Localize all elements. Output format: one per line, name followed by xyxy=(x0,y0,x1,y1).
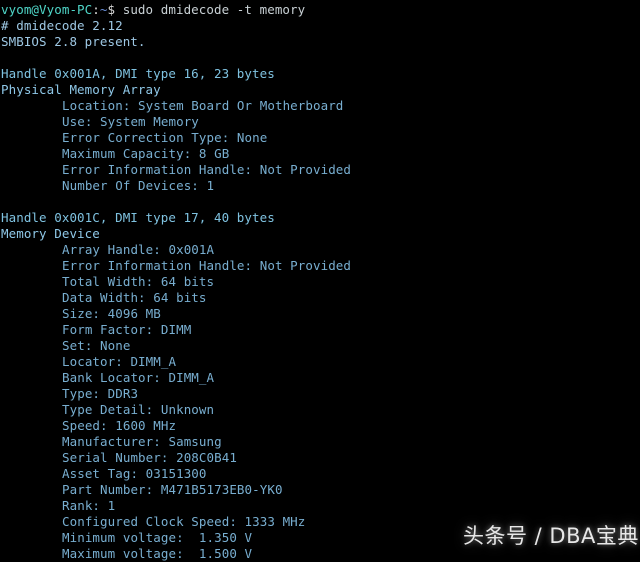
prompt-user-host: vyom@Vyom-PC xyxy=(1,2,93,17)
field-line: Asset Tag: 03151300 xyxy=(62,466,207,481)
field-line: Speed: 1600 MHz xyxy=(62,418,177,433)
field-line: Set: None xyxy=(62,338,131,353)
field-line: Use: System Memory xyxy=(62,114,199,129)
field-line: Type: DDR3 xyxy=(62,386,139,401)
field-line: Rank: 1 xyxy=(62,498,116,513)
field-line: Total Width: 64 bits xyxy=(62,274,215,289)
field-line: Manufacturer: Samsung xyxy=(62,434,222,449)
field-line: Data Width: 64 bits xyxy=(62,290,207,305)
field-line: Bank Locator: DIMM_A xyxy=(62,370,215,385)
field-line: Form Factor: DIMM xyxy=(62,322,192,337)
field-line: Array Handle: 0x001A xyxy=(62,242,215,257)
field-line: Size: 4096 MB xyxy=(62,306,161,321)
field-line: Configured Clock Speed: 1333 MHz xyxy=(62,514,306,529)
command-text: sudo dmidecode -t memory xyxy=(122,2,306,17)
field-line: Location: System Board Or Motherboard xyxy=(62,98,344,113)
section-handle-line: Handle 0x001A, DMI type 16, 23 bytes xyxy=(1,66,275,81)
terminal-window[interactable]: vyom@Vyom-PC:~$ sudo dmidecode -t memory… xyxy=(0,0,640,562)
field-line: Part Number: M471B5173EB0-YK0 xyxy=(62,482,283,497)
field-line: Locator: DIMM_A xyxy=(62,354,177,369)
field-line: Number Of Devices: 1 xyxy=(62,178,215,193)
field-line: Error Information Handle: Not Provided xyxy=(62,258,352,273)
section-type-name: Physical Memory Array xyxy=(1,82,161,97)
section-type-name: Memory Device xyxy=(1,226,100,241)
shell-prompt-line: vyom@Vyom-PC:~$ sudo dmidecode -t memory xyxy=(0,2,640,18)
field-line: Minimum voltage: 1.350 V xyxy=(62,530,253,545)
prompt-colon: : xyxy=(92,2,100,17)
field-line: Maximum voltage: 1.500 V xyxy=(62,546,253,561)
field-line: Serial Number: 208C0B41 xyxy=(62,450,237,465)
section-handle-line: Handle 0x001C, DMI type 17, 40 bytes xyxy=(1,210,275,225)
field-line: Type Detail: Unknown xyxy=(62,402,215,417)
prompt-sigil: $ xyxy=(107,2,123,17)
prompt-path: ~ xyxy=(99,2,108,17)
smbios-version-line: SMBIOS 2.8 present. xyxy=(1,34,146,49)
dmidecode-version-line: # dmidecode 2.12 xyxy=(1,18,123,33)
field-line: Error Correction Type: None xyxy=(62,130,268,145)
field-line: Error Information Handle: Not Provided xyxy=(62,162,352,177)
field-line: Maximum Capacity: 8 GB xyxy=(62,146,230,161)
